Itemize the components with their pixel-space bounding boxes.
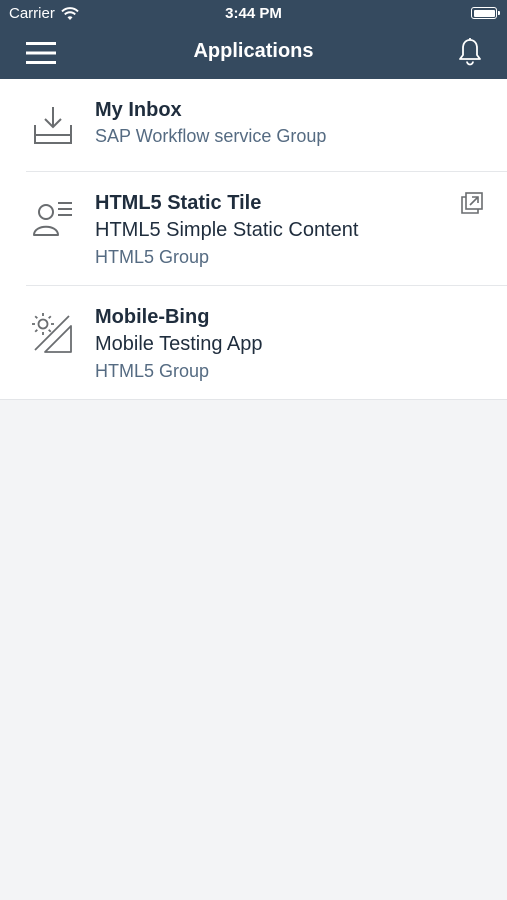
app-title: Mobile-Bing [95, 306, 210, 328]
app-group: HTML5 Group [95, 361, 210, 381]
app-group: SAP Workflow service Group [95, 126, 327, 146]
bell-icon [459, 38, 481, 66]
page-title: Applications [193, 40, 314, 62]
app-subtitle: Mobile Testing App [95, 333, 263, 355]
app-text: My Inbox SAP Workflow service Group [95, 79, 507, 172]
app-icon-container [0, 286, 95, 399]
empty-content-area [0, 400, 507, 900]
app-title: HTML5 Static Tile [95, 192, 262, 214]
app-text: HTML5 Static Tile HTML5 Simple Static Co… [95, 172, 507, 285]
inbox-download-icon [34, 107, 72, 144]
notifications-button[interactable] [455, 37, 485, 67]
list-item-mobile-bing[interactable]: Mobile-Bing Mobile Testing App HTML5 Gro… [0, 286, 507, 399]
status-time: 3:44 PM [225, 5, 282, 22]
app-icon-container [0, 79, 95, 172]
status-bar: Carrier 3:44 PM [0, 0, 507, 28]
list-item-html5-static-tile[interactable]: HTML5 Static Tile HTML5 Simple Static Co… [0, 172, 507, 285]
person-list-icon [33, 202, 72, 236]
app-text: Mobile-Bing Mobile Testing App HTML5 Gro… [95, 286, 507, 399]
external-link-icon[interactable] [461, 192, 483, 214]
navigation-bar: Applications [0, 28, 507, 79]
app-icon-container [0, 172, 95, 285]
app-title: My Inbox [95, 99, 182, 121]
application-list: My Inbox SAP Workflow service Group HTML… [0, 79, 507, 400]
battery-icon [471, 7, 500, 19]
app-group: HTML5 Group [95, 247, 210, 267]
app-subtitle: HTML5 Simple Static Content [95, 219, 359, 241]
app-header: Carrier 3:44 PM Applications [0, 0, 507, 79]
brightness-contrast-icon [32, 313, 72, 353]
list-item-my-inbox[interactable]: My Inbox SAP Workflow service Group [0, 79, 507, 172]
